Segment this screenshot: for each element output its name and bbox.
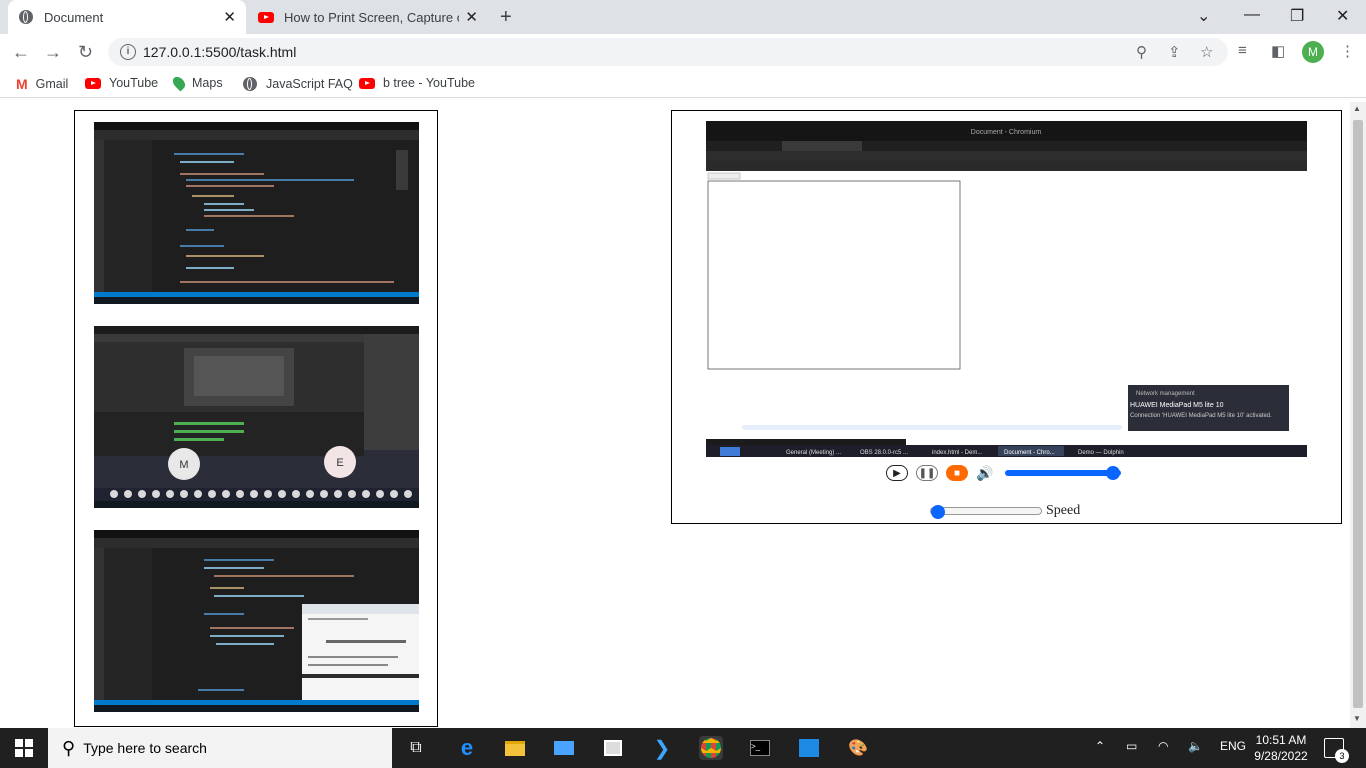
taskbar-search-box[interactable]: ⚲ Type here to search bbox=[48, 728, 392, 768]
volume-slider[interactable] bbox=[1005, 466, 1122, 480]
speed-slider[interactable] bbox=[930, 505, 1042, 519]
show-hidden-icons[interactable]: ⌃ bbox=[1095, 739, 1105, 753]
mail-icon[interactable] bbox=[552, 736, 576, 760]
bookmark-maps[interactable]: Maps bbox=[170, 74, 223, 92]
file-explorer-icon[interactable] bbox=[503, 736, 527, 760]
side-panel-icon[interactable]: ◧ bbox=[1271, 42, 1285, 60]
windows-start-icon[interactable] bbox=[12, 736, 36, 760]
browser-toolbar: ← → ↻ i 127.0.0.1:5500/task.html ⚲ ⇪ ☆ bbox=[0, 34, 1366, 70]
tab-search-icon[interactable]: ⌄ bbox=[1197, 6, 1210, 26]
network-popup-status: Connection 'HUAWEI MediaPad M5 lite 10' … bbox=[1130, 413, 1272, 419]
video-player-box: Document - Chromium Network management H… bbox=[671, 110, 1342, 524]
youtube-icon bbox=[85, 77, 101, 89]
reading-list-icon[interactable]: ≡ bbox=[1238, 42, 1247, 59]
forward-icon[interactable]: → bbox=[44, 42, 62, 63]
bookmarks-bar: M Gmail YouTube Maps JavaScript FAQ b tre… bbox=[0, 70, 1366, 98]
inner-taskbar-item-general: General (Meeting) ... bbox=[786, 450, 841, 456]
screenshot-thumbnail-obs[interactable]: M E bbox=[94, 326, 419, 508]
url-text: 127.0.0.1:5500/task.html bbox=[143, 44, 297, 60]
wifi-icon[interactable]: ◠ bbox=[1158, 739, 1168, 753]
zoom-icon[interactable]: ⚲ bbox=[1136, 43, 1147, 61]
avatar-initial-m: M bbox=[179, 459, 188, 471]
inner-taskbar-item-index: index.html - Dem... bbox=[932, 450, 983, 456]
battery-icon[interactable]: ▭ bbox=[1126, 739, 1137, 753]
tab-title: How to Print Screen, Capture or S bbox=[284, 9, 459, 25]
info-icon[interactable]: i bbox=[120, 44, 136, 60]
page-content: M E Document - Chromium Network manageme… bbox=[0, 102, 1350, 728]
avatar[interactable]: M bbox=[1302, 41, 1324, 63]
scroll-down-icon[interactable]: ▼ bbox=[1353, 714, 1361, 723]
avatar-initial-e: E bbox=[336, 457, 343, 469]
new-tab-button[interactable]: + bbox=[500, 6, 512, 29]
screenshot-thumbnail-code-editor[interactable] bbox=[94, 122, 419, 304]
store-icon[interactable] bbox=[601, 736, 625, 760]
youtube-icon bbox=[258, 9, 274, 25]
bookmark-gmail[interactable]: M Gmail bbox=[16, 76, 68, 92]
paint-icon[interactable]: 🎨 bbox=[846, 736, 870, 760]
clock-time: 10:51 AM bbox=[1255, 733, 1307, 747]
scroll-up-icon[interactable]: ▲ bbox=[1353, 104, 1361, 113]
address-bar[interactable]: i 127.0.0.1:5500/task.html ⚲ ⇪ ☆ bbox=[108, 38, 1228, 66]
clock-date: 9/28/2022 bbox=[1254, 749, 1308, 763]
inner-taskbar-item-dolphin: Demo — Dolphin bbox=[1078, 450, 1124, 456]
reload-icon[interactable]: ↻ bbox=[78, 42, 93, 63]
search-placeholder: Type here to search bbox=[83, 740, 207, 756]
volume-icon[interactable]: 🔊 bbox=[976, 465, 993, 482]
bookmark-youtube[interactable]: YouTube bbox=[85, 76, 158, 90]
network-popup-title: Network management bbox=[1136, 391, 1195, 397]
windows-taskbar: ⚲ Type here to search ⧉ e ❯ >_ 🎨 ⌃ ▭ ◠ 🔈… bbox=[0, 728, 1366, 768]
chrome-icon[interactable] bbox=[699, 736, 723, 760]
notification-icon[interactable]: 3 bbox=[1324, 738, 1349, 763]
tab-youtube-article[interactable]: How to Print Screen, Capture or S ✕ bbox=[248, 0, 488, 34]
video-controls: ▶ ❚❚ ■ 🔊 bbox=[886, 463, 1122, 483]
bookmark-star-icon[interactable]: ☆ bbox=[1200, 43, 1213, 61]
bookmark-javascript-faq[interactable]: JavaScript FAQ bbox=[242, 76, 353, 92]
close-tab-icon[interactable]: ✕ bbox=[223, 8, 236, 26]
inner-window-title: Document - Chromium bbox=[971, 129, 1042, 136]
play-icon[interactable]: ▶ bbox=[886, 465, 908, 481]
tab-title: Document bbox=[44, 9, 104, 25]
close-tab-icon[interactable]: ✕ bbox=[465, 8, 478, 26]
stop-icon[interactable]: ■ bbox=[946, 465, 968, 481]
globe-icon bbox=[18, 9, 34, 25]
page-scrollbar[interactable]: ▲ ▼ bbox=[1350, 102, 1366, 728]
speed-slider-thumb[interactable] bbox=[931, 505, 945, 519]
clock[interactable]: 10:51 AM 9/28/2022 bbox=[1252, 732, 1310, 764]
speaker-icon[interactable]: 🔈 bbox=[1188, 739, 1203, 753]
video-editor-icon[interactable] bbox=[797, 736, 821, 760]
terminal-icon[interactable]: >_ bbox=[748, 736, 772, 760]
close-window-button[interactable]: ✕ bbox=[1336, 6, 1349, 26]
bookmark-b-tree[interactable]: b tree - YouTube bbox=[359, 76, 475, 90]
video-frame[interactable]: Document - Chromium Network management H… bbox=[706, 121, 1308, 461]
edge-icon[interactable]: e bbox=[455, 735, 479, 760]
screenshot-thumbnail-code-editor-devtools[interactable] bbox=[94, 530, 419, 712]
language-indicator[interactable]: ENG bbox=[1220, 739, 1246, 753]
notification-count: 3 bbox=[1335, 749, 1349, 763]
restore-button[interactable]: ❐ bbox=[1290, 6, 1304, 26]
speed-label: Speed bbox=[1046, 503, 1081, 518]
back-icon[interactable]: ← bbox=[12, 42, 30, 63]
youtube-icon bbox=[359, 77, 375, 89]
gmail-icon: M bbox=[16, 76, 28, 92]
menu-icon[interactable]: ⋮ bbox=[1340, 42, 1355, 60]
speed-control: Speed bbox=[930, 503, 1080, 519]
minimize-button[interactable]: — bbox=[1244, 6, 1260, 24]
globe-icon bbox=[242, 76, 258, 92]
share-icon[interactable]: ⇪ bbox=[1168, 43, 1181, 61]
pause-icon[interactable]: ❚❚ bbox=[916, 465, 938, 481]
tab-document[interactable]: Document ✕ bbox=[8, 0, 246, 34]
screenshot-gallery: M E bbox=[74, 110, 438, 727]
vscode-icon[interactable]: ❯ bbox=[650, 736, 674, 760]
search-icon: ⚲ bbox=[62, 737, 76, 758]
scrollbar-thumb[interactable] bbox=[1353, 120, 1363, 708]
inner-taskbar-item-document: Document - Chro... bbox=[1004, 450, 1055, 456]
maps-pin-icon bbox=[170, 74, 188, 92]
task-view-icon[interactable]: ⧉ bbox=[404, 736, 428, 760]
network-popup-device: HUAWEI MediaPad M5 lite 10 bbox=[1130, 402, 1224, 409]
inner-taskbar-item-obs: OBS 28.0.0-rc5 ... bbox=[860, 450, 908, 456]
tab-strip: Document ✕ How to Print Screen, Capture … bbox=[0, 0, 1366, 34]
